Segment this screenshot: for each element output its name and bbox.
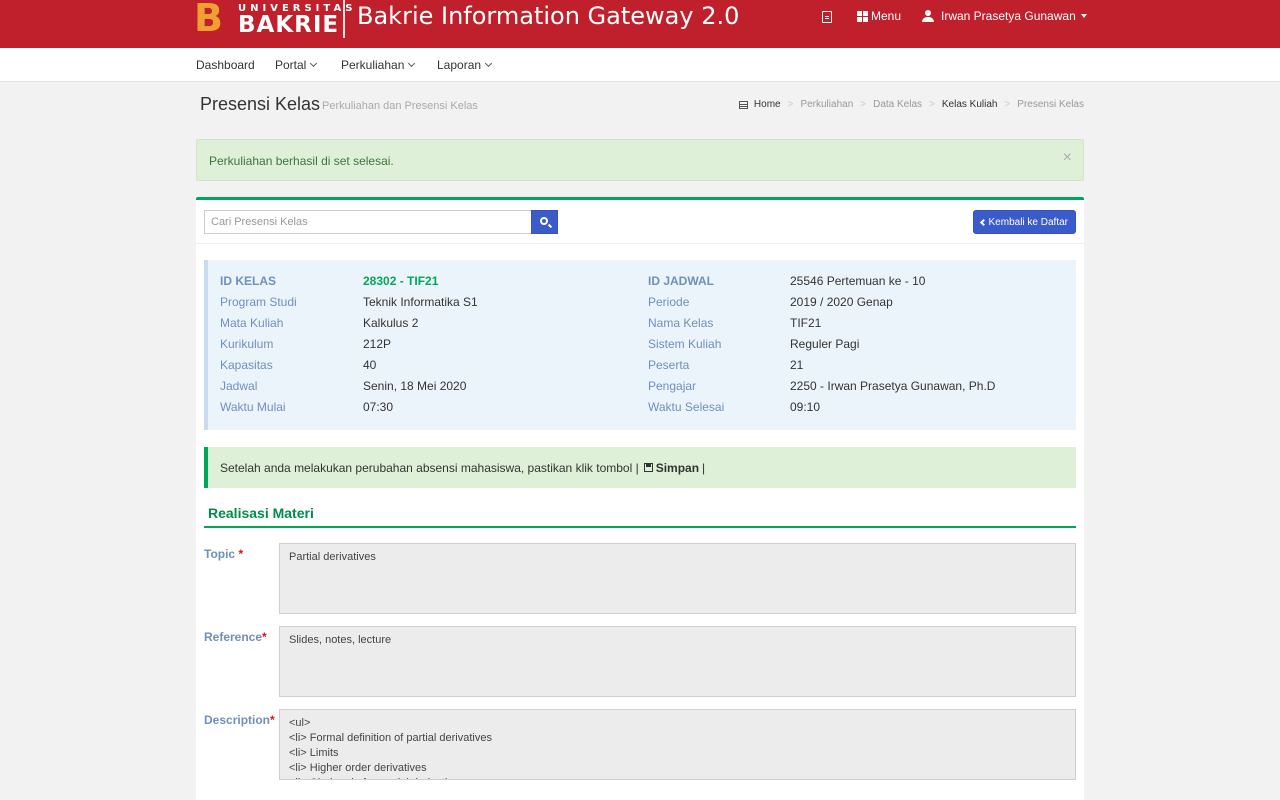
section-title-realisasi-materi: Realisasi Materi [204, 500, 1076, 528]
nav-perkuliahan-label: Perkuliahan [341, 58, 405, 72]
box-toolbar: Kembali ke Daftar [196, 200, 1084, 244]
logo-divider [343, 0, 345, 38]
nav-dashboard[interactable]: Dashboard [196, 58, 255, 72]
logo-big-text: BAKRIE [238, 12, 340, 38]
file-icon[interactable] [822, 11, 832, 23]
program-studi-value: Teknik Informatika S1 [363, 295, 478, 309]
notice-tail: | [702, 460, 706, 475]
breadcrumb-separator: > [860, 99, 867, 110]
pengajar-value: 2250 - Irwan Prasetya Gunawan, Ph.D [790, 379, 996, 393]
main-navbar: Dashboard Portal Perkuliahan Laporan [0, 48, 1280, 82]
app-title: Bakrie Information Gateway 2.0 [357, 2, 740, 30]
logo-mark-icon: B [194, 0, 223, 40]
description-label: Description* [204, 713, 275, 727]
program-studi-label: Program Studi [220, 295, 297, 309]
nav-portal[interactable]: Portal [275, 58, 318, 72]
back-to-list-button[interactable]: Kembali ke Daftar [972, 210, 1076, 234]
table-icon [738, 100, 748, 109]
kapasitas-value: 40 [363, 358, 377, 372]
back-button-label: Kembali ke Daftar [988, 216, 1068, 228]
reference-textarea[interactable]: Slides, notes, lecture [279, 626, 1076, 697]
mata-kuliah-label: Mata Kuliah [220, 316, 284, 330]
breadcrumb-presensi-kelas: Presensi Kelas [1017, 99, 1084, 110]
logo-text: UNIVERSITAS BAKRIE [238, 0, 356, 38]
peserta-value: 21 [790, 358, 804, 372]
menu-button[interactable]: Menu [857, 9, 901, 23]
topic-label-text: Topic [204, 547, 236, 561]
periode-label: Periode [648, 295, 690, 309]
kapasitas-label: Kapasitas [220, 358, 273, 372]
success-alert: Perkuliahan berhasil di set selesai. × [196, 139, 1084, 181]
nama-kelas-label: Nama Kelas [648, 316, 714, 330]
breadcrumb-separator: > [787, 99, 794, 110]
alert-message: Perkuliahan berhasil di set selesai. [209, 154, 394, 168]
description-textarea[interactable]: <ul> <li> Formal definition of partial d… [279, 709, 1076, 780]
description-label-text: Description [204, 713, 271, 727]
university-logo[interactable]: B UNIVERSITAS BAKRIE [192, 0, 356, 40]
grid-icon [857, 10, 868, 22]
waktu-selesai-label: Waktu Selesai [648, 400, 725, 414]
topic-label: Topic * [204, 547, 243, 561]
user-icon [922, 10, 934, 22]
topic-textarea[interactable]: Partial derivatives [279, 543, 1076, 614]
breadcrumb-kelas-kuliah[interactable]: Kelas Kuliah [942, 99, 998, 110]
id-kelas-label: ID KELAS [220, 274, 277, 288]
peserta-label: Peserta [648, 358, 690, 372]
breadcrumb-separator: > [1004, 99, 1011, 110]
breadcrumb-data-kelas[interactable]: Data Kelas [873, 99, 922, 110]
nama-kelas-value: TIF21 [790, 316, 822, 330]
nav-dashboard-label: Dashboard [196, 58, 255, 72]
waktu-mulai-value: 07:30 [363, 400, 394, 414]
menu-label: Menu [871, 9, 902, 23]
reference-label-text: Reference [204, 630, 263, 644]
search-button[interactable] [531, 210, 558, 234]
caret-down-icon [1080, 14, 1087, 18]
nav-laporan[interactable]: Laporan [437, 58, 493, 72]
nav-laporan-label: Laporan [437, 58, 482, 72]
id-jadwal-value: 25546 Pertemuan ke - 10 [790, 274, 926, 288]
chevron-down-icon [408, 59, 416, 67]
waktu-mulai-label: Waktu Mulai [220, 400, 286, 414]
nav-portal-label: Portal [275, 58, 307, 72]
save-notice: Setelah anda melakukan perubahan absensi… [204, 447, 1076, 488]
required-mark: * [270, 713, 275, 727]
class-info-panel: ID KELAS 28302 - TIF21 Program Studi Tek… [204, 260, 1076, 430]
breadcrumb-separator: > [929, 99, 935, 110]
chevron-left-icon [979, 218, 987, 226]
jadwal-value: Senin, 18 Mei 2020 [363, 379, 467, 393]
sistem-kuliah-label: Sistem Kuliah [648, 337, 722, 351]
page-subtitle: Perkuliahan dan Presensi Kelas [322, 100, 478, 112]
save-icon [643, 463, 653, 472]
reference-label: Reference* [204, 630, 267, 644]
presensi-box: Kembali ke Daftar ID KELAS 28302 - TIF21… [196, 197, 1084, 800]
sistem-kuliah-value: Reguler Pagi [790, 337, 860, 351]
pengajar-label: Pengajar [648, 379, 697, 393]
breadcrumb-home[interactable]: Home [754, 99, 781, 110]
search-icon [540, 217, 548, 225]
breadcrumb-perkuliahan[interactable]: Perkuliahan [800, 99, 853, 110]
required-mark: * [262, 630, 267, 644]
kurikulum-label: Kurikulum [220, 337, 274, 351]
chevron-down-icon [485, 59, 493, 67]
search-input[interactable] [204, 210, 532, 234]
user-name: Irwan Prasetya Gunawan [941, 9, 1076, 23]
kurikulum-value: 212P [363, 337, 392, 351]
id-kelas-value: 28302 - TIF21 [363, 274, 439, 288]
mata-kuliah-value: Kalkulus 2 [363, 316, 419, 330]
nav-perkuliahan[interactable]: Perkuliahan [341, 58, 416, 72]
waktu-selesai-value: 09:10 [790, 400, 821, 414]
breadcrumb: Home > Perkuliahan > Data Kelas > Kelas … [738, 99, 1084, 110]
close-icon[interactable]: × [1063, 150, 1072, 166]
user-menu[interactable]: Irwan Prasetya Gunawan [922, 9, 1087, 23]
id-jadwal-label: ID JADWAL [648, 274, 714, 288]
periode-value: 2019 / 2020 Genap [790, 295, 893, 309]
top-header: B UNIVERSITAS BAKRIE Bakrie Information … [0, 0, 1280, 48]
notice-text: Setelah anda melakukan perubahan absensi… [220, 460, 639, 475]
required-mark: * [238, 547, 244, 561]
jadwal-label: Jadwal [220, 379, 258, 393]
page-title: Presensi Kelas [200, 94, 321, 114]
notice-save-word: Simpan [655, 460, 700, 475]
chevron-down-icon [310, 59, 318, 67]
